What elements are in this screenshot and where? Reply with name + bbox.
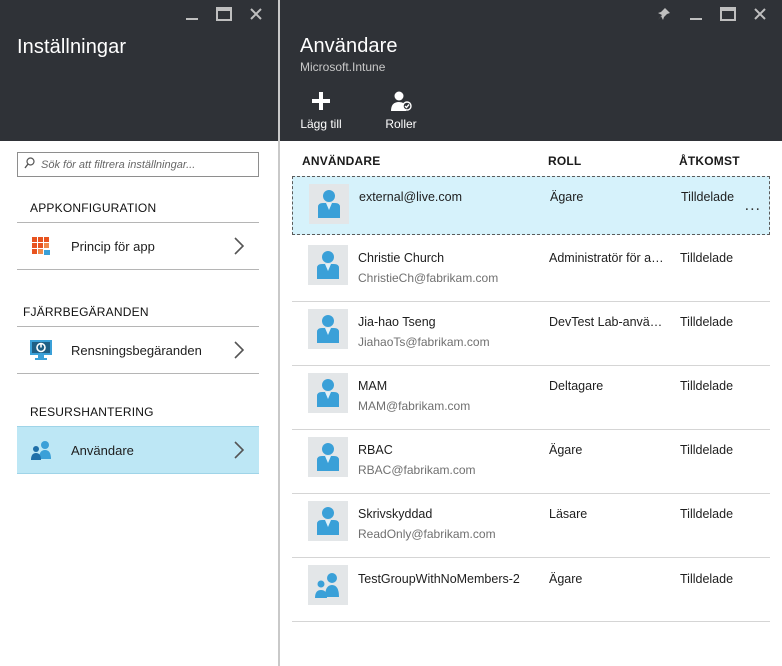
nav-item-label: Rensningsbegäranden — [71, 342, 202, 358]
settings-window-controls — [184, 6, 264, 22]
table-row[interactable]: Christie Church ChristieCh@fabrikam.com Ad… — [292, 238, 770, 302]
minimize-icon[interactable] — [184, 6, 200, 22]
user-role: Ägare — [549, 443, 583, 457]
users-icon — [28, 437, 54, 463]
users-title: Användare — [300, 35, 398, 57]
user-access: Tilldelade — [680, 315, 734, 329]
user-name: Christie Church — [358, 251, 445, 265]
user-name: TestGroupWithNoMembers-2 — [358, 572, 520, 586]
group-avatar-icon — [308, 565, 348, 605]
user-access: Tilldelade — [680, 507, 734, 521]
user-role: Ägare — [549, 572, 583, 586]
section-label-appkonfiguration: APPKONFIGURATION — [30, 201, 157, 215]
section-label-fjarrbegaranden: FJÄRRBEGÄRANDEN — [23, 305, 149, 319]
user-name: external@live.com — [359, 190, 463, 204]
user-email: ReadOnly@fabrikam.com — [358, 527, 496, 541]
table-row[interactable]: RBAC RBAC@fabrikam.com Ägare Tilldelade — [292, 430, 770, 494]
user-name: Skrivskyddad — [358, 507, 433, 521]
user-role: Läsare — [549, 507, 588, 521]
settings-title: Inställningar — [17, 36, 127, 58]
users-subtitle: Microsoft.Intune — [300, 60, 386, 74]
user-avatar-icon — [308, 437, 348, 477]
search-input[interactable] — [41, 158, 251, 171]
column-header-user[interactable]: ANVÄNDARE — [302, 154, 380, 168]
user-role: Administratör för an... — [549, 251, 667, 265]
search-icon — [24, 156, 35, 174]
user-name: Jia-hao Tseng — [358, 315, 436, 329]
user-email: ChristieCh@fabrikam.com — [358, 271, 499, 285]
pin-icon[interactable] — [656, 6, 672, 22]
section-label-resurshantering: RESURSHANTERING — [30, 405, 154, 419]
table-row[interactable]: external@live.com Ägare Tilldelade... — [292, 176, 770, 235]
table-row[interactable]: TestGroupWithNoMembers-2 Ägare Tilldelade — [292, 558, 770, 622]
table-row[interactable]: Skrivskyddad ReadOnly@fabrikam.com Läsare T… — [292, 494, 770, 558]
column-header-access[interactable]: ÅTKOMST — [679, 154, 740, 168]
table-row[interactable]: Jia-hao Tseng JiahaoTs@fabrikam.com DevTes… — [292, 302, 770, 366]
user-email: RBAC@fabrikam.com — [358, 463, 476, 477]
user-access: Tilldelade — [680, 251, 734, 265]
add-button-label: Lägg till — [300, 117, 342, 131]
close-icon[interactable] — [752, 6, 768, 22]
roles-button[interactable]: Roller — [370, 89, 432, 131]
maximize-icon[interactable] — [216, 6, 232, 22]
wipe-monitor-icon — [28, 337, 54, 363]
column-header-role[interactable]: ROLL — [548, 154, 581, 168]
user-name: MAM — [358, 379, 388, 393]
user-access: Tilldelade — [680, 379, 734, 393]
chevron-right-icon — [229, 341, 249, 359]
nav-item-label: Användare — [71, 442, 134, 458]
user-role: DevTest Lab-använd... — [549, 315, 667, 329]
table-row[interactable]: MAM MAM@fabrikam.com Deltagare Tilldelade — [292, 366, 770, 430]
user-access: Tilldelade — [681, 190, 735, 204]
settings-blade: Inställningar APPKONFIGURATION Princip f… — [0, 0, 279, 666]
user-avatar-icon — [309, 184, 349, 224]
plus-icon — [311, 89, 331, 113]
minimize-icon[interactable] — [688, 6, 704, 22]
user-access: Tilldelade — [680, 572, 734, 586]
user-name: RBAC — [358, 443, 393, 457]
user-access: Tilldelade — [680, 443, 734, 457]
command-bar: Lägg till Roller — [290, 89, 432, 131]
nav-item-label: Princip för app — [71, 238, 155, 254]
user-avatar-icon — [308, 309, 348, 349]
add-button[interactable]: Lägg till — [290, 89, 352, 131]
user-avatar-icon — [308, 373, 348, 413]
roles-icon — [390, 89, 412, 113]
user-avatar-icon — [308, 501, 348, 541]
app-policy-grid-icon — [28, 233, 54, 259]
maximize-icon[interactable] — [720, 6, 736, 22]
chevron-right-icon — [229, 441, 249, 459]
settings-search-box[interactable] — [17, 152, 259, 177]
settings-blade-header: Inställningar — [0, 0, 278, 141]
more-options-button[interactable]: ... — [745, 197, 761, 215]
nav-item-wipe-requests[interactable]: Rensningsbegäranden — [17, 326, 259, 374]
roles-button-label: Roller — [385, 117, 417, 131]
chevron-right-icon — [229, 237, 249, 255]
user-role: Ägare — [550, 190, 584, 204]
users-blade: Användare Microsoft.Intune Lägg till Rol… — [279, 0, 782, 666]
user-email: MAM@fabrikam.com — [358, 399, 471, 413]
user-email: JiahaoTs@fabrikam.com — [358, 335, 490, 349]
nav-item-users[interactable]: Användare — [17, 426, 259, 474]
users-blade-header: Användare Microsoft.Intune Lägg till Rol… — [280, 0, 782, 141]
user-role: Deltagare — [549, 379, 604, 393]
users-window-controls — [656, 6, 768, 22]
close-icon[interactable] — [248, 6, 264, 22]
user-avatar-icon — [308, 245, 348, 285]
nav-item-app-policy[interactable]: Princip för app — [17, 222, 259, 270]
